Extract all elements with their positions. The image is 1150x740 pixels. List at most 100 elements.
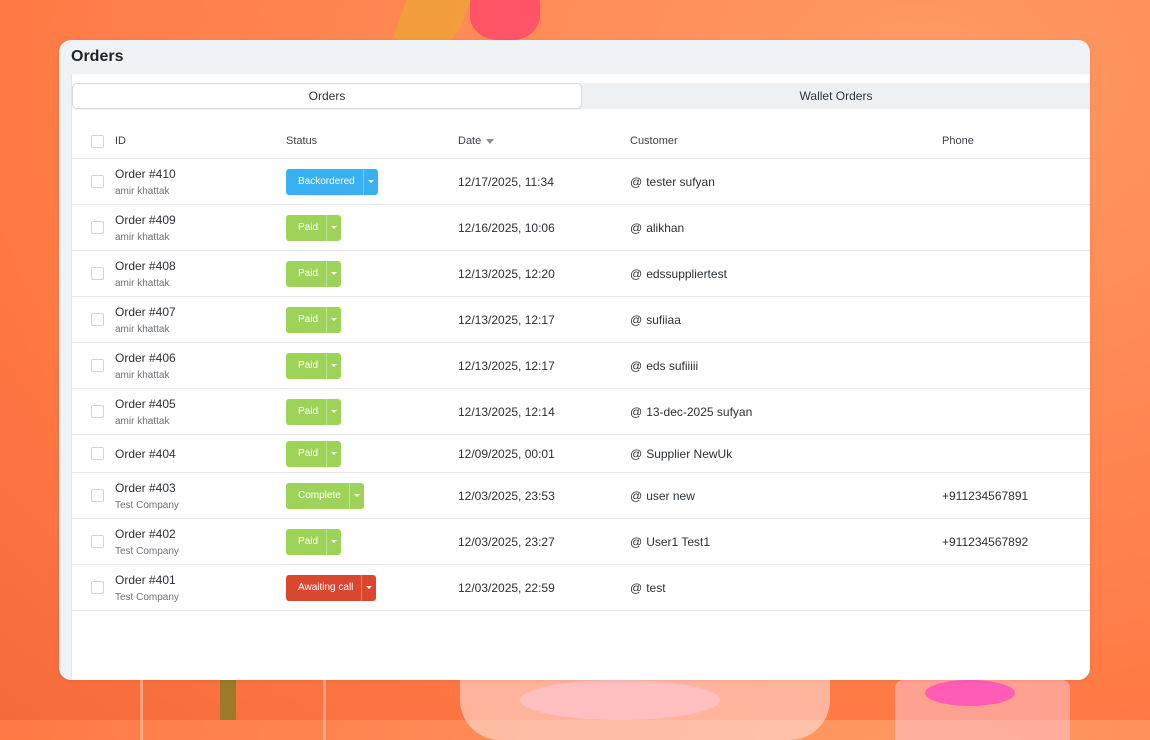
status-dropdown[interactable]: Paid (286, 306, 342, 333)
background-flowers (520, 680, 720, 720)
customer-name[interactable]: User1 Test1 (646, 535, 710, 549)
table-row[interactable]: Order #402 Test Company Paid 12/03/2025,… (72, 519, 1090, 565)
order-id[interactable]: Order #406 (115, 351, 176, 365)
customer-name[interactable]: tester sufyan (646, 175, 715, 189)
table-row[interactable]: Order #401 Test Company Awaiting call 12… (72, 565, 1090, 611)
chevron-down-icon[interactable] (326, 260, 341, 287)
status-label: Paid (298, 360, 319, 371)
order-company: amir khattak (115, 369, 170, 381)
order-id[interactable]: Order #402 (115, 527, 176, 541)
tab-orders[interactable]: Orders (72, 83, 582, 109)
background-stem (220, 680, 236, 720)
order-company: amir khattak (115, 415, 170, 427)
row-checkbox[interactable] (91, 581, 104, 594)
row-checkbox[interactable] (91, 267, 104, 280)
table-row[interactable]: Order #409 amir khattak Paid 12/16/2025,… (72, 205, 1090, 251)
status-cell: Paid (286, 435, 342, 472)
status-dropdown[interactable]: Paid (286, 528, 342, 555)
order-id[interactable]: Order #405 (115, 397, 176, 411)
chevron-down-icon[interactable] (361, 574, 376, 601)
order-id[interactable]: Order #410 (115, 167, 176, 181)
chevron-down-icon[interactable] (326, 398, 341, 425)
row-checkbox[interactable] (91, 175, 104, 188)
chevron-down-icon[interactable] (362, 168, 378, 195)
customer-name[interactable]: eds sufiiiii (646, 359, 698, 373)
row-checkbox[interactable] (91, 447, 104, 460)
row-checkbox[interactable] (91, 313, 104, 326)
customer-cell: @ eds sufiiiii (630, 343, 698, 388)
background-flower (470, 0, 540, 40)
customer-name[interactable]: alikhan (646, 221, 684, 235)
order-id-cell: Order #406 amir khattak (115, 343, 176, 388)
table-row[interactable]: Order #406 amir khattak Paid 12/13/2025,… (72, 343, 1090, 389)
tab-bar: Orders Wallet Orders (72, 83, 1090, 109)
order-date: 12/03/2025, 22:59 (458, 580, 555, 595)
status-label: Paid (298, 536, 319, 547)
order-id-cell: Order #404 (115, 435, 176, 472)
order-date: 12/13/2025, 12:17 (458, 358, 555, 373)
order-id[interactable]: Order #408 (115, 259, 176, 273)
tab-wallet-orders[interactable]: Wallet Orders (582, 83, 1090, 109)
row-check-cell (91, 473, 104, 518)
order-id-cell: Order #401 Test Company (115, 565, 179, 610)
sort-desc-icon[interactable] (486, 138, 495, 144)
status-dropdown[interactable]: Paid (286, 214, 342, 241)
order-company: amir khattak (115, 185, 170, 197)
order-date: 12/09/2025, 00:01 (458, 446, 555, 461)
customer-name[interactable]: sufiiaa (646, 313, 681, 327)
table-row[interactable]: Order #405 amir khattak Paid 12/13/2025,… (72, 389, 1090, 435)
status-dropdown[interactable]: Complete (286, 482, 364, 509)
header-status: Status (286, 135, 318, 147)
customer-name[interactable]: test (646, 581, 665, 595)
chevron-down-icon[interactable] (326, 440, 341, 467)
order-id[interactable]: Order #401 (115, 573, 176, 587)
status-dropdown[interactable]: Backordered (286, 168, 378, 195)
status-dropdown[interactable]: Paid (286, 398, 342, 425)
customer-name[interactable]: 13-dec-2025 sufyan (646, 405, 752, 419)
table-row[interactable]: Order #403 Test Company Complete 12/03/2… (72, 473, 1090, 519)
customer-phone: +911234567892 (942, 534, 1029, 549)
order-id[interactable]: Order #409 (115, 213, 176, 227)
customer-cell: @ tester sufyan (630, 159, 715, 204)
chevron-down-icon[interactable] (348, 482, 364, 509)
row-checkbox[interactable] (91, 489, 104, 502)
order-date: 12/13/2025, 12:20 (458, 266, 555, 281)
chevron-down-icon[interactable] (326, 352, 341, 379)
order-id-cell: Order #410 amir khattak (115, 159, 176, 204)
row-checkbox[interactable] (91, 535, 104, 548)
order-id[interactable]: Order #404 (115, 447, 176, 461)
order-id[interactable]: Order #403 (115, 481, 176, 495)
status-dropdown[interactable]: Paid (286, 352, 342, 379)
select-all-checkbox[interactable] (91, 134, 104, 148)
customer-name[interactable]: Supplier NewUk (646, 447, 732, 461)
header-date[interactable]: Date (458, 124, 495, 158)
orders-panel: Orders Orders Wallet Orders ID Status Da… (59, 40, 1090, 680)
customer-name[interactable]: user new (646, 489, 695, 503)
order-company: amir khattak (115, 231, 170, 243)
table-row[interactable]: Order #407 amir khattak Paid 12/13/2025,… (72, 297, 1090, 343)
order-id[interactable]: Order #407 (115, 305, 176, 319)
order-id-cell: Order #403 Test Company (115, 473, 179, 518)
order-id-cell: Order #409 amir khattak (115, 205, 176, 250)
table-row[interactable]: Order #410 amir khattak Backordered 12/1… (72, 159, 1090, 205)
order-company: Test Company (115, 499, 179, 511)
chevron-down-icon[interactable] (326, 306, 341, 333)
customer-name[interactable]: edssuppliertest (646, 267, 727, 281)
status-dropdown[interactable]: Paid (286, 260, 342, 287)
row-checkbox[interactable] (91, 405, 104, 418)
table-row[interactable]: Order #404 Paid 12/09/2025, 00:01 @ Supp… (72, 435, 1090, 473)
row-check-cell (91, 389, 104, 434)
at-icon: @ (630, 404, 643, 419)
table-header: ID Status Date Customer Phone (72, 124, 1090, 159)
chevron-down-icon[interactable] (326, 528, 341, 555)
table-row[interactable]: Order #408 amir khattak Paid 12/13/2025,… (72, 251, 1090, 297)
row-checkbox[interactable] (91, 221, 104, 234)
customer-cell: @ user new (630, 473, 695, 518)
status-dropdown[interactable]: Awaiting call (286, 574, 377, 601)
header-date-label: Date (458, 135, 482, 147)
status-dropdown[interactable]: Paid (286, 440, 342, 467)
row-check-cell (91, 435, 104, 472)
status-cell: Backordered (286, 159, 378, 204)
row-checkbox[interactable] (91, 359, 104, 372)
chevron-down-icon[interactable] (326, 214, 341, 241)
